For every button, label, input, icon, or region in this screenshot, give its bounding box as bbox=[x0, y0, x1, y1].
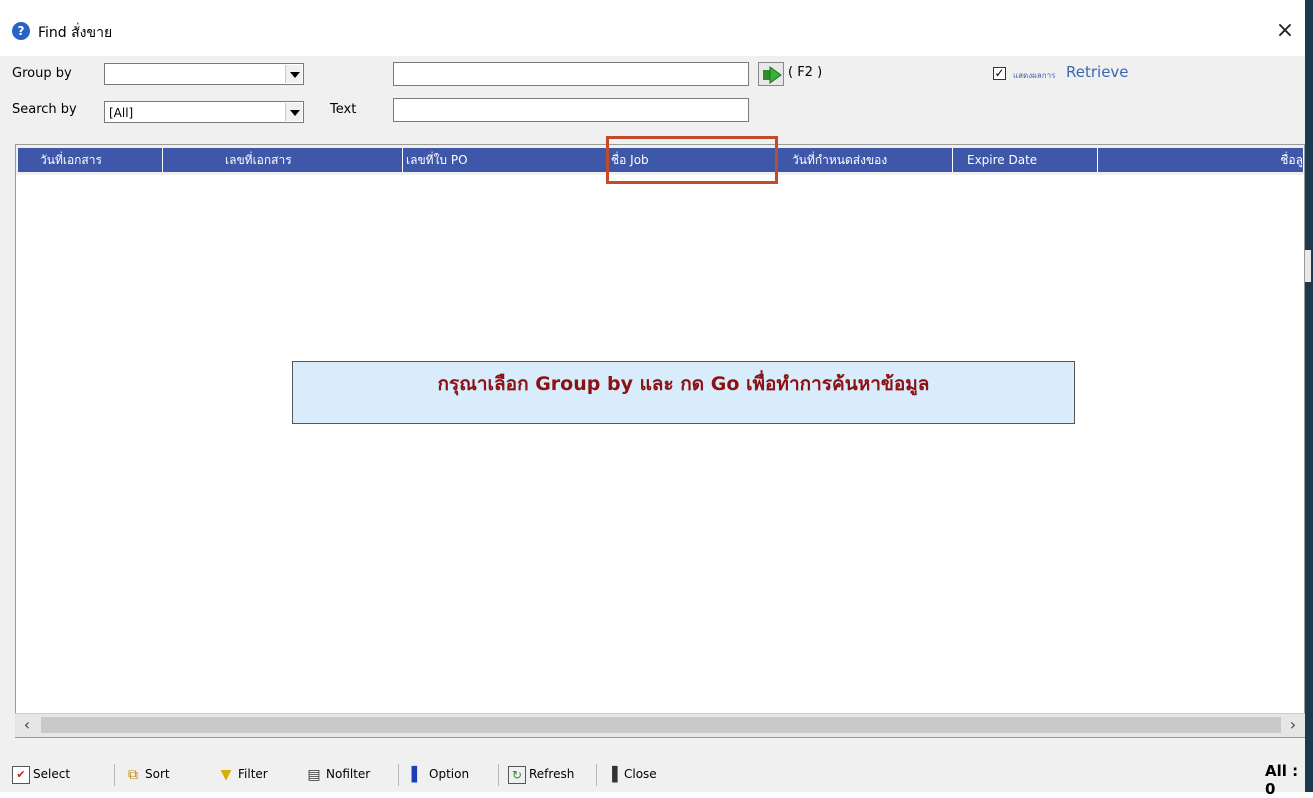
group-by-label: Group by bbox=[12, 66, 72, 81]
refresh-button[interactable]: ↻ Refresh bbox=[508, 761, 574, 787]
select-icon: ✔ bbox=[12, 765, 30, 784]
toolbar-divider bbox=[498, 764, 499, 786]
select-button[interactable]: ✔ Select bbox=[12, 761, 70, 787]
close-toolbar-button[interactable]: ▐ Close bbox=[603, 761, 657, 787]
horizontal-scrollbar[interactable]: ‹ › bbox=[15, 713, 1305, 737]
text-label: Text bbox=[330, 102, 357, 117]
column-header-delivery-date[interactable]: วันที่กำหนดส่งของ bbox=[778, 148, 953, 172]
go-arrow-icon bbox=[763, 66, 782, 84]
exit-door-icon: ▐ bbox=[606, 766, 618, 783]
nofilter-icon: ▤ bbox=[307, 766, 321, 783]
toolbar-divider bbox=[114, 764, 115, 786]
option-book-icon: ▌ bbox=[411, 766, 423, 783]
background-window-edge bbox=[1305, 0, 1313, 792]
column-header-doc-date[interactable]: วันที่เอกสาร bbox=[18, 148, 163, 172]
filter-button[interactable]: ▼ Filter bbox=[217, 761, 268, 787]
column-header-po-number[interactable]: เลขที่ใบ PO bbox=[403, 148, 608, 172]
search-by-select[interactable]: [All] bbox=[104, 101, 304, 123]
sort-button[interactable]: ⧉ Sort bbox=[124, 761, 170, 787]
group-by-text-input[interactable] bbox=[393, 62, 749, 86]
search-by-value: [All] bbox=[109, 106, 134, 120]
go-shortcut-label: ( F2 ) bbox=[788, 65, 823, 80]
option-label: Option bbox=[429, 767, 470, 781]
nofilter-label: Nofilter bbox=[326, 767, 371, 781]
results-grid[interactable]: วันที่เอกสาร เลขที่เอกสาร เลขที่ใบ PO ชื… bbox=[15, 144, 1305, 738]
help-icon: ? bbox=[12, 22, 30, 40]
instruction-message: กรุณาเลือก Group by และ กด Go เพื่อทำการ… bbox=[292, 361, 1075, 424]
scroll-thumb[interactable] bbox=[41, 717, 1281, 733]
toolbar-divider bbox=[398, 764, 399, 786]
chevron-down-icon[interactable] bbox=[285, 103, 302, 121]
option-button[interactable]: ▌ Option bbox=[408, 761, 469, 787]
refresh-icon: ↻ bbox=[508, 765, 526, 784]
search-text-input[interactable] bbox=[393, 98, 749, 122]
select-label: Select bbox=[33, 767, 71, 781]
column-header-job-name[interactable]: ชื่อ Job bbox=[608, 148, 778, 172]
scroll-right-icon[interactable]: › bbox=[1281, 714, 1305, 738]
retrieve-small-label: แสดงผลการ bbox=[1013, 71, 1056, 80]
retrieve-label: Retrieve bbox=[1066, 63, 1129, 81]
sort-label: Sort bbox=[145, 767, 170, 781]
sort-icon: ⧉ bbox=[128, 766, 138, 783]
title-bar: ? Find สั่งขาย × bbox=[0, 0, 1313, 56]
column-header-doc-number[interactable]: เลขที่เอกสาร bbox=[163, 148, 403, 172]
nofilter-button[interactable]: ▤ Nofilter bbox=[305, 761, 370, 787]
window-title: Find สั่งขาย bbox=[38, 25, 113, 41]
record-count: All : 0 bbox=[1265, 762, 1299, 798]
column-header-customer-name[interactable]: ชื่อลู bbox=[1098, 148, 1304, 172]
close-label: Close bbox=[624, 767, 657, 781]
group-by-select[interactable] bbox=[104, 63, 304, 85]
refresh-label: Refresh bbox=[529, 767, 575, 781]
chevron-down-icon[interactable] bbox=[285, 65, 302, 83]
scroll-left-icon[interactable]: ‹ bbox=[15, 714, 39, 738]
go-button[interactable] bbox=[758, 62, 784, 86]
close-button[interactable]: × bbox=[1270, 17, 1300, 45]
column-header-expire-date[interactable]: Expire Date bbox=[953, 148, 1098, 172]
grid-header: วันที่เอกสาร เลขที่เอกสาร เลขที่ใบ PO ชื… bbox=[16, 145, 1304, 175]
bottom-toolbar: ✔ Select ⧉ Sort ▼ Filter ▤ Nofilter ▌ Option … bbox=[0, 756, 1305, 792]
search-by-label: Search by bbox=[12, 102, 77, 117]
filter-label: Filter bbox=[238, 767, 268, 781]
filter-icon: ▼ bbox=[220, 766, 232, 783]
toolbar-divider bbox=[596, 764, 597, 786]
retrieve-checkbox[interactable]: ✓ bbox=[993, 67, 1006, 80]
